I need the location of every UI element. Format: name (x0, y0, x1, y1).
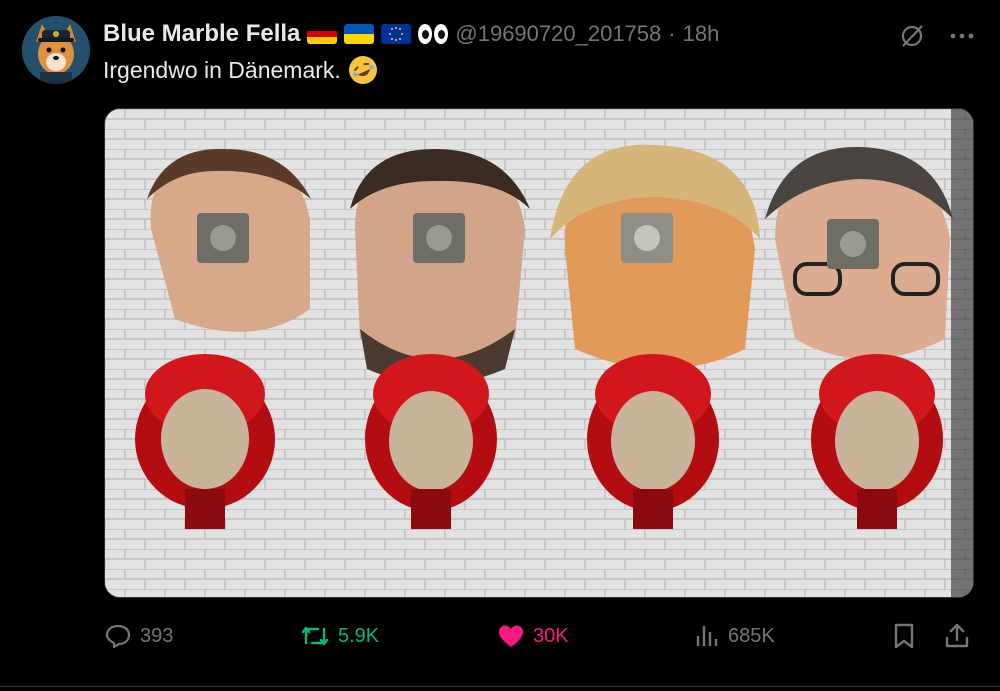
more-icon[interactable] (948, 22, 976, 50)
author-name[interactable]: Blue Marble Fella (103, 20, 300, 48)
share-button[interactable] (944, 622, 970, 650)
like-icon (499, 625, 523, 647)
post-action-bar: 393 5.9K 30K 685K (104, 616, 972, 656)
views-button[interactable]: 685K (694, 624, 775, 648)
post-time[interactable]: 18h (683, 21, 720, 47)
bookmark-icon (894, 623, 914, 649)
views-count: 685K (728, 624, 775, 647)
like-count: 30K (533, 624, 569, 647)
eu-flag-icon (381, 24, 412, 44)
separator-dot: · (668, 21, 676, 46)
like-button[interactable]: 30K (497, 623, 569, 649)
urinals-photo (105, 109, 973, 597)
post-text-row: Irgendwo in Dänemark. (103, 51, 382, 89)
post-media-image[interactable] (104, 108, 974, 598)
eyes-emoji-icon (418, 24, 449, 44)
bookmark-button[interactable] (892, 622, 916, 650)
post-header: Blue Marble Fella @19690720_201758 · 18h (103, 18, 719, 50)
repost-count: 5.9K (338, 624, 380, 647)
share-icon (945, 623, 969, 648)
post-text: Irgendwo in Dänemark. (103, 56, 341, 83)
reply-icon (105, 624, 131, 649)
grok-icon[interactable] (898, 22, 926, 50)
views-icon (696, 626, 718, 646)
reply-count: 393 (140, 624, 174, 647)
post-top-actions (898, 22, 976, 50)
repost-icon (301, 626, 329, 646)
post-divider (0, 686, 1000, 687)
ukraine-flag-icon (344, 24, 375, 44)
rolling-laughing-emoji-icon (344, 51, 382, 89)
reply-button[interactable]: 393 (104, 622, 173, 650)
author-avatar[interactable] (22, 16, 90, 84)
author-handle[interactable]: @19690720_201758 (455, 21, 661, 47)
germany-flag-icon (307, 24, 338, 44)
repost-button[interactable]: 5.9K (300, 623, 379, 649)
dog-avatar-icon (22, 16, 90, 84)
